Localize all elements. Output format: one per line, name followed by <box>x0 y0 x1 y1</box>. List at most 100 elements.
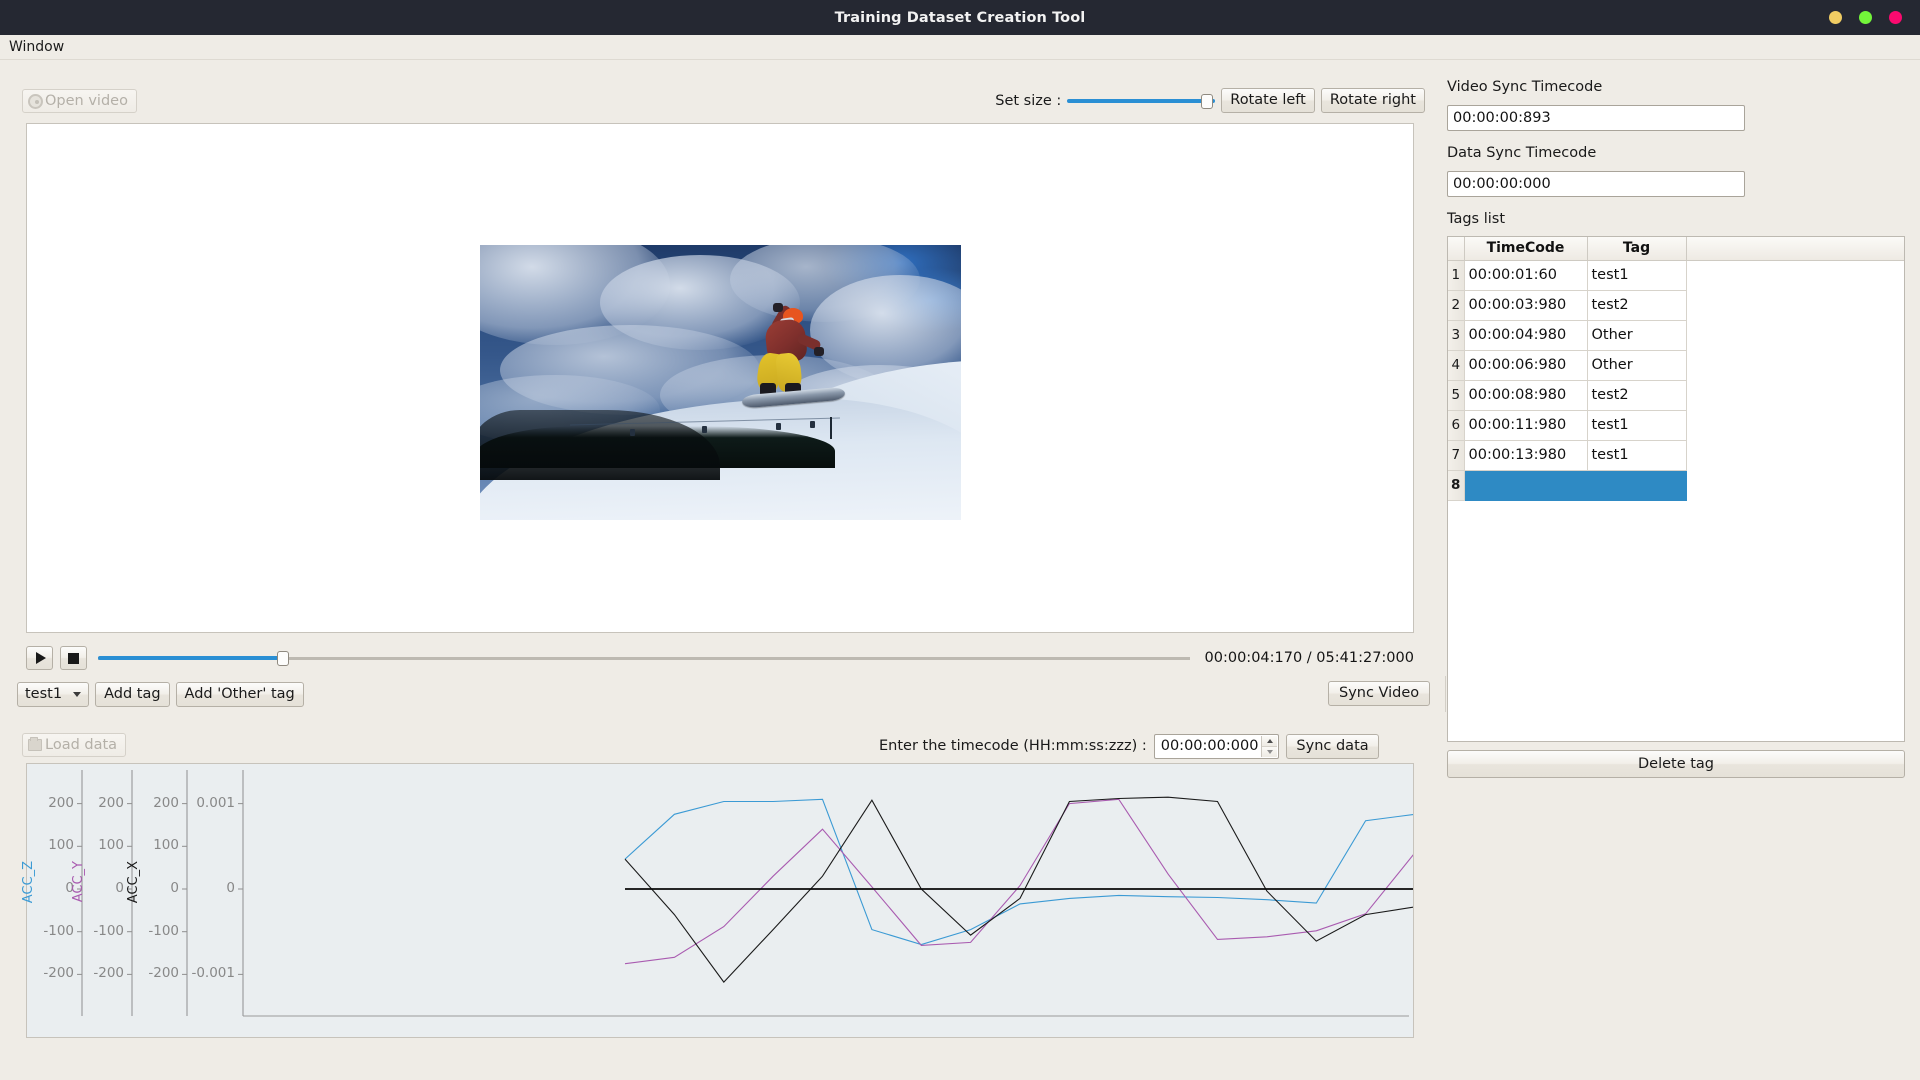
row-number[interactable]: 5 <box>1448 379 1465 411</box>
row-number[interactable]: 8 <box>1448 469 1465 501</box>
cell-tag[interactable]: test1 <box>1586 439 1687 471</box>
chart-plot: 200 100 0 -100 -200 ACC_Z 200 100 0 -100 -200 ACC_Y… <box>21 764 1413 1037</box>
row-number[interactable]: 4 <box>1448 349 1465 381</box>
tag-select-value: test1 <box>25 686 63 702</box>
axis-tick-label: 0 <box>170 880 179 896</box>
chevron-up-icon <box>1266 738 1273 743</box>
rotate-left-button[interactable]: Rotate left <box>1221 88 1315 113</box>
cell-filler <box>1685 350 1904 380</box>
ski-lift-car <box>630 429 635 436</box>
progress-fill <box>98 656 282 660</box>
cell-filler <box>1685 290 1904 320</box>
video-progress-slider[interactable] <box>98 648 1190 668</box>
axis-tick-label: 200 <box>153 794 179 811</box>
bottom-strip <box>0 1043 1920 1080</box>
chart-text-layer: 200 100 0 -100 -200 ACC_Z 200 100 0 -100 -200 ACC_Y… <box>21 764 1413 1037</box>
row-number[interactable]: 6 <box>1448 409 1465 441</box>
row-number[interactable]: 1 <box>1448 259 1465 291</box>
cell-tag[interactable]: test1 <box>1586 259 1687 291</box>
add-other-tag-button[interactable]: Add 'Other' tag <box>175 681 304 707</box>
cell-timecode[interactable]: 00:00:11:980 <box>1463 409 1588 441</box>
row-number[interactable]: 2 <box>1448 289 1465 321</box>
cell-tag[interactable]: test2 <box>1586 379 1687 411</box>
timecode-value: 00:00:00:000 <box>1160 738 1259 754</box>
column-header-tag[interactable]: Tag <box>1586 237 1687 261</box>
cell-tag[interactable]: Other <box>1586 349 1687 381</box>
spinbox-down-button[interactable] <box>1262 746 1278 757</box>
table-row[interactable]: 6 00:00:11:980 test1 <box>1448 409 1904 441</box>
cell-timecode[interactable]: 00:00:06:980 <box>1463 349 1588 381</box>
axis-tick-label: -100 <box>148 922 179 939</box>
spinbox-up-button[interactable] <box>1262 735 1278 747</box>
data-sync-timecode-value: 00:00:00:000 <box>1453 176 1551 192</box>
play-button[interactable] <box>26 646 53 670</box>
video-sync-timecode-input[interactable]: 00:00:00:893 <box>1447 105 1745 131</box>
video-sync-timecode-label: Video Sync Timecode <box>1447 79 1603 95</box>
cell-filler <box>1685 320 1904 350</box>
table-row[interactable]: 4 00:00:06:980 Other <box>1448 349 1904 381</box>
tags-list-label: Tags list <box>1447 211 1506 227</box>
rider-hand-raised <box>773 303 783 312</box>
timecode-spinbox[interactable]: 00:00:00:000 <box>1153 733 1280 759</box>
cell-filler <box>1685 440 1904 470</box>
maximize-button[interactable] <box>1859 11 1872 24</box>
cell-tag[interactable]: Other <box>1586 319 1687 351</box>
stop-button[interactable] <box>60 646 87 670</box>
window-titlebar: Training Dataset Creation Tool <box>0 0 1920 35</box>
window-controls <box>1829 0 1902 35</box>
minimize-button[interactable] <box>1829 11 1842 24</box>
cell-timecode[interactable]: 00:00:01:60 <box>1463 259 1588 291</box>
set-size-slider-handle[interactable] <box>1201 93 1214 109</box>
timecode-prompt-label: Enter the timecode (HH:mm:ss:zzz) : <box>879 738 1147 754</box>
folder-icon <box>28 737 42 751</box>
add-tag-button[interactable]: Add tag <box>95 681 170 707</box>
axis-tick-label: 100 <box>48 837 74 854</box>
progress-handle[interactable] <box>277 651 289 666</box>
data-sync-timecode-input[interactable]: 00:00:00:000 <box>1447 171 1745 197</box>
axis-title-acc_x: ACC_X <box>126 861 141 904</box>
cell-timecode[interactable] <box>1463 469 1588 501</box>
row-number[interactable]: 7 <box>1448 439 1465 471</box>
tags-table-container[interactable]: TimeCode Tag 1 00:00:01:60 test1 2 00:00:03:… <box>1447 236 1905 742</box>
cell-timecode[interactable]: 00:00:04:980 <box>1463 319 1588 351</box>
table-row[interactable]: 8 <box>1448 469 1904 501</box>
video-frame[interactable] <box>480 245 961 520</box>
close-button[interactable] <box>1889 11 1902 24</box>
axis-tick-label: -100 <box>93 922 124 939</box>
open-video-button[interactable]: Open video <box>22 89 137 113</box>
set-size-slider[interactable] <box>1067 91 1216 111</box>
rotate-right-button[interactable]: Rotate right <box>1320 88 1425 113</box>
cell-tag[interactable] <box>1586 469 1687 501</box>
menu-item-window[interactable]: Window <box>0 37 73 57</box>
tag-select[interactable]: test1 <box>17 681 90 707</box>
sync-video-button[interactable]: Sync Video <box>1328 681 1431 706</box>
cell-timecode[interactable]: 00:00:13:980 <box>1463 439 1588 471</box>
ski-lift-car <box>810 421 815 428</box>
cell-tag[interactable]: test2 <box>1586 289 1687 321</box>
table-row[interactable]: 7 00:00:13:980 test1 <box>1448 439 1904 471</box>
play-icon <box>35 652 46 664</box>
axis-tick-label: -200 <box>93 965 124 982</box>
axis-title-acc_y: ACC_Y <box>71 861 86 903</box>
cell-timecode[interactable]: 00:00:03:980 <box>1463 289 1588 321</box>
timecode-entry-row: Enter the timecode (HH:mm:ss:zzz) : 00:0… <box>879 733 1379 759</box>
cell-timecode[interactable]: 00:00:08:980 <box>1463 379 1588 411</box>
menubar: Window <box>0 35 1920 60</box>
cell-tag[interactable]: test1 <box>1586 409 1687 441</box>
delete-tag-button[interactable]: Delete tag <box>1447 750 1905 778</box>
table-row[interactable]: 5 00:00:08:980 test2 <box>1448 379 1904 411</box>
vertical-divider <box>1445 676 1446 712</box>
table-row[interactable]: 1 00:00:01:60 test1 <box>1448 259 1904 291</box>
row-number[interactable]: 3 <box>1448 319 1465 351</box>
sensor-chart-panel: 200 100 0 -100 -200 ACC_Z 200 100 0 -100 -200 ACC_Y… <box>21 763 1414 1038</box>
tag-toolbar: test1 Add tag Add 'Other' tag <box>17 681 304 707</box>
cell-filler <box>1685 470 1904 500</box>
ski-lift-car <box>702 426 707 433</box>
load-data-button[interactable]: Load data <box>22 733 127 757</box>
axis-tick-label: -100 <box>43 922 74 939</box>
sync-data-button[interactable]: Sync data <box>1286 733 1379 759</box>
cell-filler <box>1685 260 1904 290</box>
column-header-timecode[interactable]: TimeCode <box>1463 237 1588 261</box>
table-row[interactable]: 2 00:00:03:980 test2 <box>1448 289 1904 321</box>
table-row[interactable]: 3 00:00:04:980 Other <box>1448 319 1904 351</box>
